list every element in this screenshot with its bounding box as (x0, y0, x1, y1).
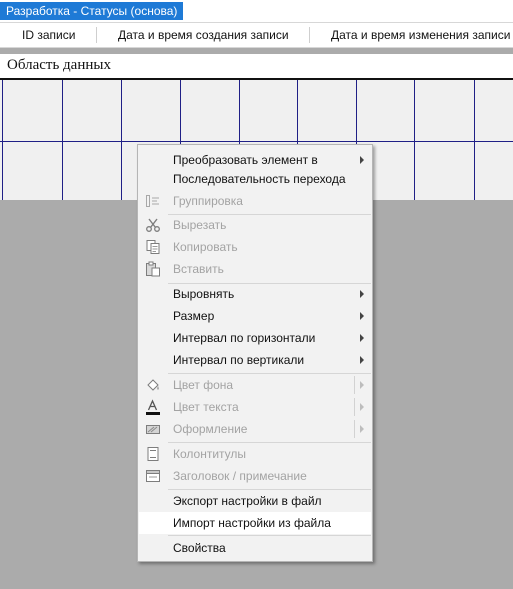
tab-form-design[interactable]: Разработка - Статусы (основа) (0, 2, 184, 20)
submenu-arrow-icon (360, 312, 364, 320)
menu-item-form-header-footer[interactable]: Заголовок / примечание (139, 465, 371, 487)
font-color-icon (146, 399, 160, 415)
split-divider (354, 420, 355, 438)
menu-item-import-settings[interactable]: Импорт настройки из файла (139, 512, 371, 534)
menu-item-page-header-footer[interactable]: Колонтитулы (139, 443, 371, 465)
grid-line (414, 80, 415, 200)
special-effect-icon (146, 425, 160, 434)
submenu-arrow-icon (360, 381, 364, 389)
section-title: Область данных (7, 57, 111, 73)
menu-item-size[interactable]: Размер (139, 305, 371, 327)
grid-line (474, 80, 475, 200)
menu-separator (168, 535, 371, 536)
column-divider (309, 27, 310, 43)
menu-item-grouping[interactable]: Группировка (139, 190, 371, 212)
column-header-modified[interactable]: Дата и время изменения записи (331, 23, 510, 47)
form-header-icon (146, 470, 160, 482)
submenu-arrow-icon (360, 425, 364, 433)
fill-color-icon (147, 379, 159, 391)
menu-item-fill-color[interactable]: Цвет фона (139, 374, 371, 396)
grouping-icon (146, 195, 159, 207)
paste-icon (146, 261, 160, 277)
menu-item-font-color[interactable]: Цвет текста (139, 396, 371, 418)
grid-line (121, 80, 122, 200)
column-header-row: ID записи Дата и время создания записи Д… (0, 22, 513, 48)
grid-line (0, 141, 513, 142)
menu-item-export-settings[interactable]: Экспорт настройки в файл (139, 490, 371, 512)
menu-item-paste[interactable]: Вставить (139, 258, 371, 280)
column-divider (96, 27, 97, 43)
menu-item-horizontal-spacing[interactable]: Интервал по горизонтали (139, 327, 371, 349)
submenu-arrow-icon (360, 290, 364, 298)
column-header-id[interactable]: ID записи (22, 23, 75, 47)
split-divider (354, 376, 355, 394)
copy-icon (146, 240, 160, 254)
menu-item-cut[interactable]: Вырезать (139, 214, 371, 236)
column-header-created[interactable]: Дата и время создания записи (118, 23, 289, 47)
grid-line (62, 80, 63, 200)
detail-section-header[interactable]: Область данных (0, 54, 513, 80)
menu-item-copy[interactable]: Копировать (139, 236, 371, 258)
submenu-arrow-icon (360, 356, 364, 364)
submenu-arrow-icon (360, 334, 364, 342)
grid-line (2, 80, 3, 200)
menu-item-properties[interactable]: Свойства (139, 537, 371, 559)
scissors-icon (146, 218, 160, 232)
menu-item-align[interactable]: Выровнять (139, 283, 371, 305)
split-divider (354, 398, 355, 416)
tab-bar: Разработка - Статусы (основа) (0, 0, 513, 22)
menu-item-tab-order[interactable]: Последовательность перехода (139, 168, 371, 190)
page-header-icon (147, 447, 159, 461)
submenu-arrow-icon (360, 403, 364, 411)
context-menu: Преобразовать элемент в Последовательнос… (137, 144, 373, 562)
menu-item-special-effect[interactable]: Оформление (139, 418, 371, 440)
menu-item-vertical-spacing[interactable]: Интервал по вертикали (139, 349, 371, 371)
submenu-arrow-icon (360, 156, 364, 164)
